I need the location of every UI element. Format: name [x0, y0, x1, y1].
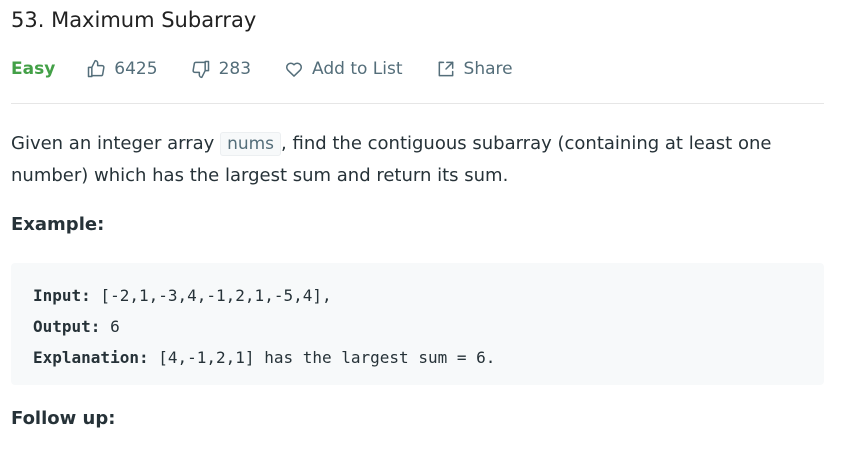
input-key: Input: [33, 286, 91, 305]
example-output-line: Output: 6 [33, 311, 802, 342]
example-explanation-line: Explanation: [4,-1,2,1] has the largest … [33, 342, 802, 373]
add-to-list-label: Add to List [312, 59, 403, 79]
header-divider [11, 103, 824, 104]
like-button[interactable]: 6425 [86, 59, 158, 79]
example-heading: Example: [11, 214, 105, 235]
problem-meta-bar: Easy 6425 283 Add to List Share [11, 56, 513, 82]
problem-title: 53. Maximum Subarray [11, 8, 257, 32]
explanation-key: Explanation: [33, 348, 149, 367]
difficulty-badge: Easy [11, 59, 56, 79]
example-input-line: Input: [-2,1,-3,4,-1,2,1,-5,4], [33, 280, 802, 311]
dislike-button[interactable]: 283 [191, 59, 251, 79]
explanation-value: [4,-1,2,1] has the largest sum = 6. [148, 348, 496, 367]
output-value: 6 [100, 317, 120, 336]
example-code-block: Input: [-2,1,-3,4,-1,2,1,-5,4], Output: … [11, 263, 824, 385]
output-key: Output: [33, 317, 101, 336]
heart-icon [284, 59, 304, 79]
followup-heading: Follow up: [11, 408, 116, 429]
problem-description: Given an integer array nums, find the co… [11, 128, 811, 192]
dislike-count: 283 [218, 59, 252, 79]
share-icon [436, 59, 456, 79]
share-label: Share [463, 59, 513, 79]
share-button[interactable]: Share [436, 59, 513, 79]
thumbs-up-icon [86, 59, 106, 79]
inline-code-nums: nums [220, 132, 282, 156]
like-count: 6425 [114, 59, 158, 79]
add-to-list-button[interactable]: Add to List [284, 59, 403, 79]
description-text-start: Given an integer array [11, 133, 221, 154]
thumbs-down-icon [191, 59, 211, 79]
input-value: [-2,1,-3,4,-1,2,1,-5,4], [90, 286, 332, 305]
